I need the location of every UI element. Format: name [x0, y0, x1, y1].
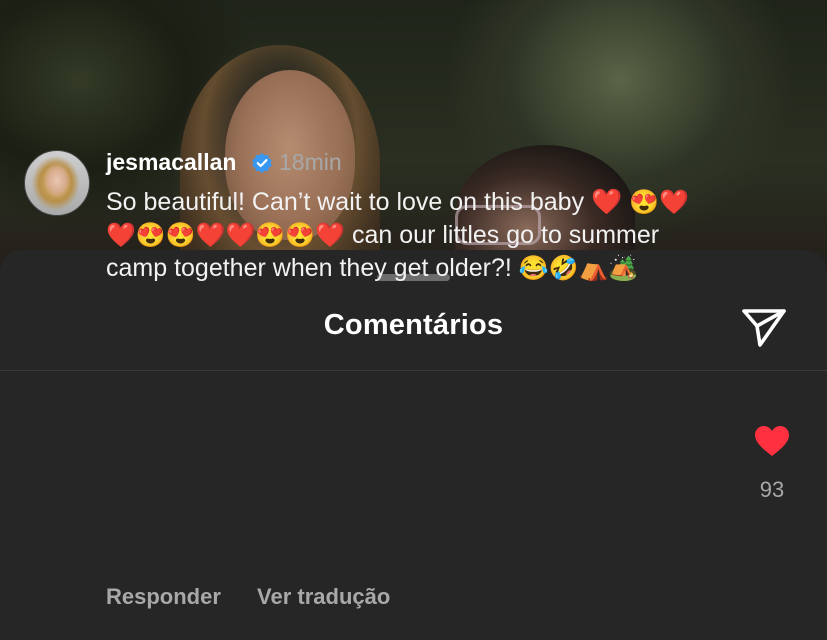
comment-text-line1: So beautiful! Can’t wait to love on this…	[106, 188, 623, 216]
avatar[interactable]	[24, 150, 90, 216]
header-divider	[0, 370, 827, 371]
comment-emojis-2: 😂🤣⛺🏕️	[518, 255, 639, 282]
comment-text: So beautiful! Can’t wait to love on this…	[106, 186, 716, 285]
reply-button[interactable]: Responder	[106, 584, 221, 609]
paper-plane-icon[interactable]	[740, 305, 788, 349]
comment-timestamp: 18min	[279, 149, 342, 175]
comment-username[interactable]: jesmacallan	[106, 149, 236, 176]
comment-actions: Responder Ver tradução	[106, 584, 420, 610]
see-translation-button[interactable]: Ver tradução	[257, 584, 390, 609]
heart-icon[interactable]	[754, 425, 790, 457]
verified-badge-icon	[252, 153, 272, 173]
comments-sheet: Comentários	[0, 250, 827, 640]
like-count: 93	[759, 477, 785, 502]
sheet-title: Comentários	[323, 309, 504, 341]
